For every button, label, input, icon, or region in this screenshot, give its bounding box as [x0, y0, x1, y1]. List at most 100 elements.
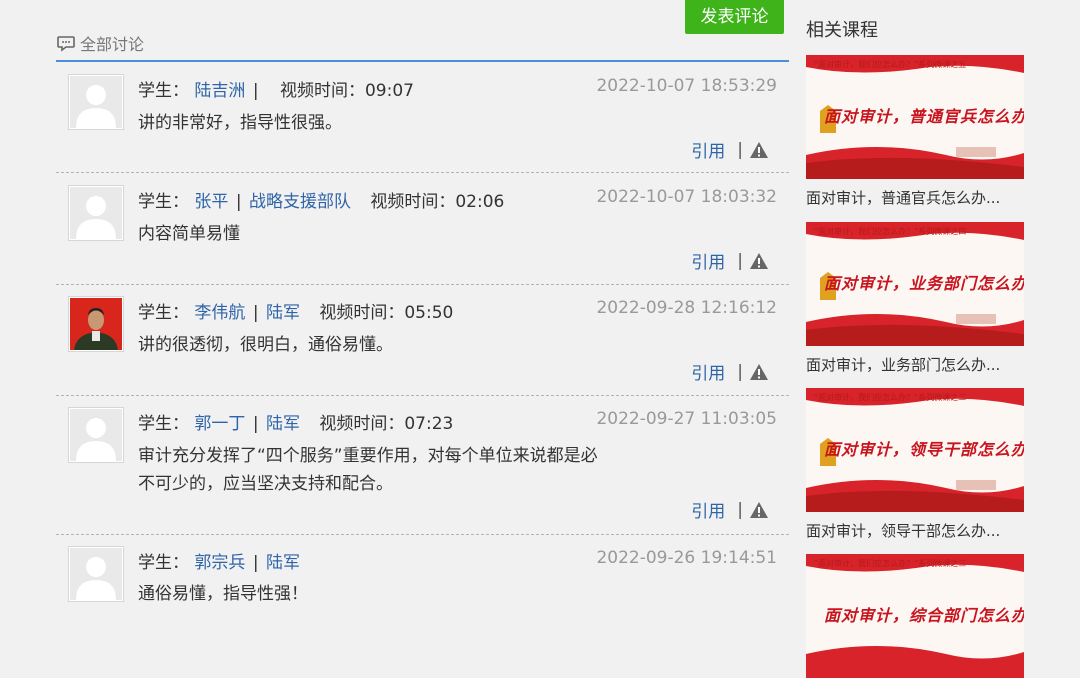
user-org-link[interactable]: 陆军 [266, 553, 300, 573]
user-org-link[interactable]: 陆军 [266, 414, 300, 434]
separator: | [737, 139, 743, 160]
comment-meta: 学生： 郭一丁 | 陆军 视频时间：07:23 [138, 409, 453, 434]
section-title: 全部讨论 [80, 35, 145, 54]
separator: | [737, 250, 743, 271]
comment-timestamp: 2022-09-26 19:14:51 [596, 548, 777, 568]
thumbnail-title: 面对审计，领导干部怎么办？ [824, 440, 1024, 459]
chat-bubble-icon [57, 36, 75, 52]
avatar[interactable] [68, 407, 124, 463]
course-caption-link[interactable]: 面对审计，业务部门怎么办... [806, 354, 1024, 375]
comment-actions: 引用 | [691, 137, 769, 162]
user-name-link[interactable]: 张平 [194, 192, 228, 212]
comment-text: 审计充分发挥了“四个服务”重要作用，对每个单位来说都是必不可少的，应当坚决支持和… [138, 446, 598, 494]
series-tag: “面对审计，我们应怎么办？”系列微课之五 [814, 60, 967, 69]
default-avatar-icon [70, 409, 122, 461]
comment-divider [56, 172, 789, 173]
user-role: 学生： [138, 303, 189, 323]
user-name-link[interactable]: 郭宗兵 [194, 553, 245, 573]
comment-meta: 学生： 郭宗兵 | 陆军 [138, 548, 300, 573]
user-name-link[interactable]: 郭一丁 [194, 414, 245, 434]
thumbnail-title: 面对审计，综合部门怎么办？ [824, 606, 1024, 625]
comment-item: 学生： 陆吉洲 | 视频时间：09:07 2022-10-07 18:53:29… [56, 70, 789, 172]
comment-timestamp: 2022-10-07 18:03:32 [596, 187, 777, 207]
avatar[interactable] [68, 74, 124, 130]
comment-item: 学生： 郭一丁 | 陆军 视频时间：07:23 2022-09-27 11:03… [56, 403, 789, 533]
course-card[interactable]: “面对审计，我们应怎么办？”系列微课之五 面对审计，普通官兵怎么办？ 面对审计，… [806, 55, 1024, 208]
course-thumbnail[interactable]: “面对审计，我们应怎么办？”系列微课之三 面对审计，综合部门怎么办？ [806, 554, 1024, 678]
user-role: 学生： [138, 414, 189, 434]
course-card[interactable]: “面对审计，我们应怎么办？”系列微课之二 面对审计，领导干部怎么办？ 面对审计，… [806, 388, 1024, 541]
comment-timestamp: 2022-10-07 18:53:29 [596, 76, 777, 96]
user-role: 学生： [138, 553, 189, 573]
report-warning-icon[interactable] [749, 501, 769, 519]
separator: | [737, 499, 743, 520]
comment-actions: 引用 | [691, 359, 769, 384]
video-time-label: 视频时间： [319, 303, 405, 323]
separator: | [252, 81, 259, 101]
quote-link[interactable]: 引用 [691, 248, 725, 273]
user-role: 学生： [138, 81, 189, 101]
related-courses-sidebar: 相关课程 “面对审计，我们应怎么办？”系列微课之五 面对审计，普通官兵怎么办？ … [806, 0, 1080, 678]
comment-divider [56, 534, 789, 535]
comment-actions: 引用 | [691, 248, 769, 273]
report-warning-icon[interactable] [749, 141, 769, 159]
user-photo-avatar [70, 298, 122, 350]
video-time-label: 视频时间： [319, 414, 405, 434]
course-thumbnail[interactable]: “面对审计，我们应怎么办？”系列微课之四 面对审计，业务部门怎么办？ [806, 222, 1024, 346]
comment-meta: 学生： 陆吉洲 | 视频时间：09:07 [138, 76, 414, 101]
avatar[interactable] [68, 185, 124, 241]
sidebar-title: 相关课程 [806, 20, 878, 41]
quote-link[interactable]: 引用 [691, 359, 725, 384]
quote-link[interactable]: 引用 [691, 497, 725, 522]
separator: | [235, 192, 242, 212]
separator: | [252, 553, 259, 573]
separator: | [252, 303, 259, 323]
user-org-link[interactable]: 战略支援部队 [249, 192, 351, 212]
default-avatar-icon [70, 548, 122, 600]
default-avatar-icon [70, 76, 122, 128]
comment-divider [56, 284, 789, 285]
video-time: 05:50 [404, 303, 454, 323]
series-tag: “面对审计，我们应怎么办？”系列微课之二 [814, 393, 967, 402]
course-card[interactable]: “面对审计，我们应怎么办？”系列微课之三 面对审计，综合部门怎么办？ [806, 554, 1024, 678]
course-caption-link[interactable]: 面对审计，普通官兵怎么办... [806, 187, 1024, 208]
series-tag: “面对审计，我们应怎么办？”系列微课之四 [814, 227, 967, 236]
comment-item: 学生： 李伟航 | 陆军 视频时间：05:50 2022-09-28 12:16… [56, 292, 789, 394]
comment-meta: 学生： 李伟航 | 陆军 视频时间：05:50 [138, 298, 453, 323]
quote-link[interactable]: 引用 [691, 137, 725, 162]
header-divider [56, 60, 789, 62]
video-time: 02:06 [455, 192, 505, 212]
user-name-link[interactable]: 李伟航 [194, 303, 245, 323]
section-header: 全部讨论 [56, 30, 144, 56]
comment-text: 内容简单易懂 [138, 224, 240, 244]
separator: | [737, 361, 743, 382]
comment-text: 通俗易懂，指导性强！ [138, 584, 308, 604]
user-name-link[interactable]: 陆吉洲 [194, 81, 245, 101]
thumbnail-title: 面对审计，普通官兵怎么办？ [824, 107, 1024, 126]
report-warning-icon[interactable] [749, 363, 769, 381]
comment-timestamp: 2022-09-28 12:16:12 [596, 298, 777, 318]
comment-item: 学生： 张平 | 战略支援部队 视频时间：02:06 2022-10-07 18… [56, 181, 789, 283]
course-caption-link[interactable]: 面对审计，领导干部怎么办... [806, 520, 1024, 541]
comment-actions: 引用 | [691, 497, 769, 522]
user-org-link[interactable]: 陆军 [266, 303, 300, 323]
discussion-panel: 发表评论 全部讨论 学生： 陆吉洲 | 视频时间：09:07 2022-10-0… [56, 0, 789, 619]
video-time-label: 视频时间： [279, 81, 365, 101]
report-warning-icon[interactable] [749, 252, 769, 270]
post-comment-button[interactable]: 发表评论 [685, 0, 784, 34]
course-card[interactable]: “面对审计，我们应怎么办？”系列微课之四 面对审计，业务部门怎么办？ 面对审计，… [806, 222, 1024, 375]
comment-meta: 学生： 张平 | 战略支援部队 视频时间：02:06 [138, 187, 504, 212]
avatar[interactable] [68, 296, 124, 352]
comment-divider [56, 395, 789, 396]
video-time-label: 视频时间： [370, 192, 456, 212]
default-avatar-icon [70, 187, 122, 239]
avatar[interactable] [68, 546, 124, 602]
comment-timestamp: 2022-09-27 11:03:05 [596, 409, 777, 429]
comment-text: 讲的非常好，指导性很强。 [138, 113, 342, 133]
video-time: 09:07 [364, 81, 414, 101]
user-role: 学生： [138, 192, 189, 212]
course-thumbnail[interactable]: “面对审计，我们应怎么办？”系列微课之五 面对审计，普通官兵怎么办？ [806, 55, 1024, 179]
comment-text: 讲的很透彻，很明白，通俗易懂。 [138, 335, 393, 355]
course-thumbnail[interactable]: “面对审计，我们应怎么办？”系列微课之二 面对审计，领导干部怎么办？ [806, 388, 1024, 512]
thumbnail-title: 面对审计，业务部门怎么办？ [824, 274, 1024, 293]
